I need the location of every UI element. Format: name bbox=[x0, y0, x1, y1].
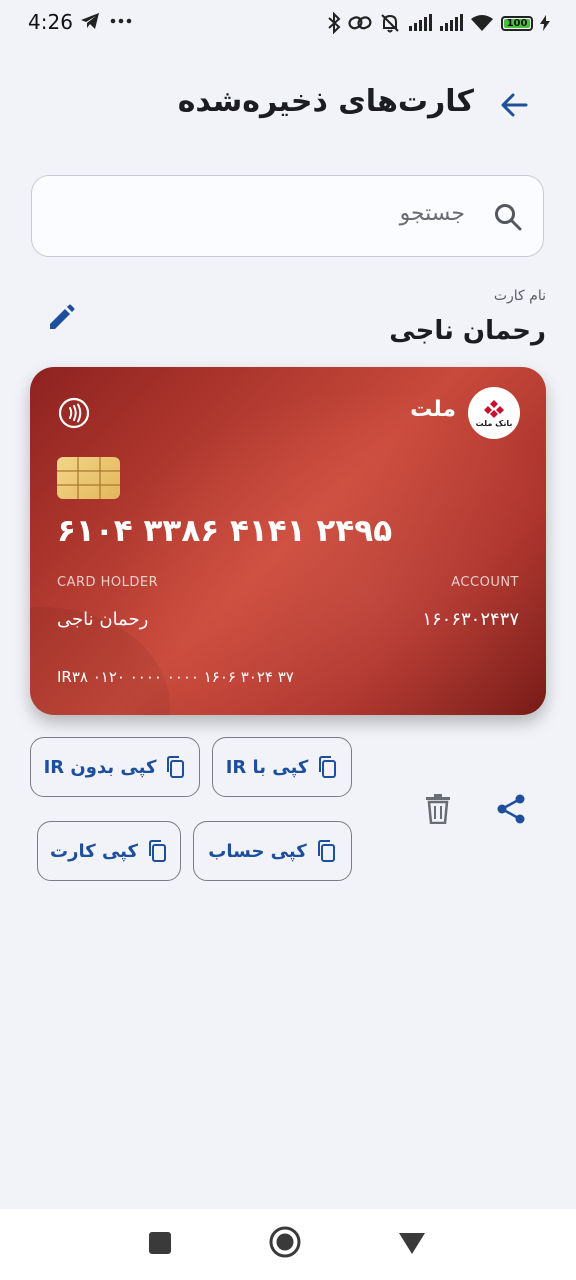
card-holder-label: CARD HOLDER bbox=[57, 575, 159, 590]
copy-account-button[interactable]: کپی حساب bbox=[193, 821, 352, 881]
bank-logo: بانک ملت bbox=[468, 387, 520, 439]
card-glow bbox=[110, 387, 546, 715]
contactless-icon bbox=[58, 397, 90, 429]
bank-logo-text: بانک ملت bbox=[475, 418, 513, 428]
wifi-icon bbox=[471, 15, 493, 31]
link-icon bbox=[348, 16, 372, 30]
trash-icon[interactable] bbox=[424, 794, 452, 824]
copy-with-ir-button[interactable]: کپی با IR bbox=[212, 737, 352, 797]
edit-pencil-icon[interactable] bbox=[46, 303, 76, 333]
copy-icon bbox=[319, 756, 337, 778]
copy-icon bbox=[149, 840, 166, 862]
search-input[interactable]: جستجو bbox=[31, 175, 544, 257]
account-number: ۱۶۰۶۳۰۲۴۳۷ bbox=[422, 609, 519, 630]
iban-number: IR۳۸ ۰۱۲۰ ۰۰۰۰ ۰۰۰۰ ۱۶۰۶ ۳۰۲۴ ۳۷ bbox=[57, 668, 294, 686]
more-dots-icon bbox=[110, 18, 132, 24]
battery-level: 100 bbox=[504, 18, 530, 29]
card-holder-name: رحمان ناجی bbox=[57, 609, 149, 630]
bluetooth-icon bbox=[328, 12, 341, 34]
recents-square-icon[interactable] bbox=[148, 1231, 172, 1255]
home-circle-icon[interactable] bbox=[268, 1225, 302, 1259]
charging-icon bbox=[540, 15, 550, 31]
battery-icon: 100 bbox=[501, 15, 533, 31]
signal-icon bbox=[409, 14, 432, 31]
copy-without-ir-label: کپی بدون IR bbox=[43, 756, 157, 778]
copy-icon bbox=[317, 840, 335, 862]
copy-card-label: کپی کارت bbox=[50, 840, 138, 862]
copy-card-button[interactable]: کپی کارت bbox=[37, 821, 181, 881]
mellat-logo-icon bbox=[484, 399, 504, 418]
status-time: 4:26 bbox=[28, 10, 73, 34]
page-title: کارت‌های ذخیره‌شده bbox=[177, 84, 474, 119]
search-placeholder: جستجو bbox=[399, 201, 465, 226]
copy-icon bbox=[167, 756, 185, 778]
account-label: ACCOUNT bbox=[451, 575, 519, 590]
bell-off-icon bbox=[381, 14, 399, 33]
bank-name: ملت bbox=[410, 397, 456, 422]
status-left-icons bbox=[80, 12, 132, 30]
back-triangle-icon[interactable] bbox=[398, 1231, 426, 1255]
back-arrow-icon[interactable] bbox=[500, 91, 528, 119]
share-icon[interactable] bbox=[495, 793, 527, 825]
telegram-icon bbox=[81, 13, 99, 29]
card-number: ۶۱۰۴ ۳۳۸۶ ۴۱۴۱ ۲۴۹۵ bbox=[57, 513, 393, 549]
bank-card[interactable]: بانک ملت ملت ۶۱۰۴ ۳۳۸۶ ۴۱۴۱ ۲۴۹۵ CARD HO… bbox=[30, 367, 546, 715]
card-chip bbox=[57, 457, 120, 499]
card-name-label: نام کارت bbox=[493, 288, 546, 304]
copy-account-label: کپی حساب bbox=[208, 840, 307, 862]
copy-without-ir-button[interactable]: کپی بدون IR bbox=[30, 737, 200, 797]
status-bar: 4:26 100 bbox=[0, 0, 576, 48]
signal-icon-2 bbox=[440, 14, 463, 31]
status-right-icons: 100 bbox=[327, 12, 550, 34]
search-icon bbox=[495, 204, 522, 231]
card-name-value: رحمان ناجی bbox=[389, 316, 546, 346]
copy-with-ir-label: کپی با IR bbox=[225, 756, 309, 778]
system-nav-bar bbox=[0, 1209, 576, 1280]
